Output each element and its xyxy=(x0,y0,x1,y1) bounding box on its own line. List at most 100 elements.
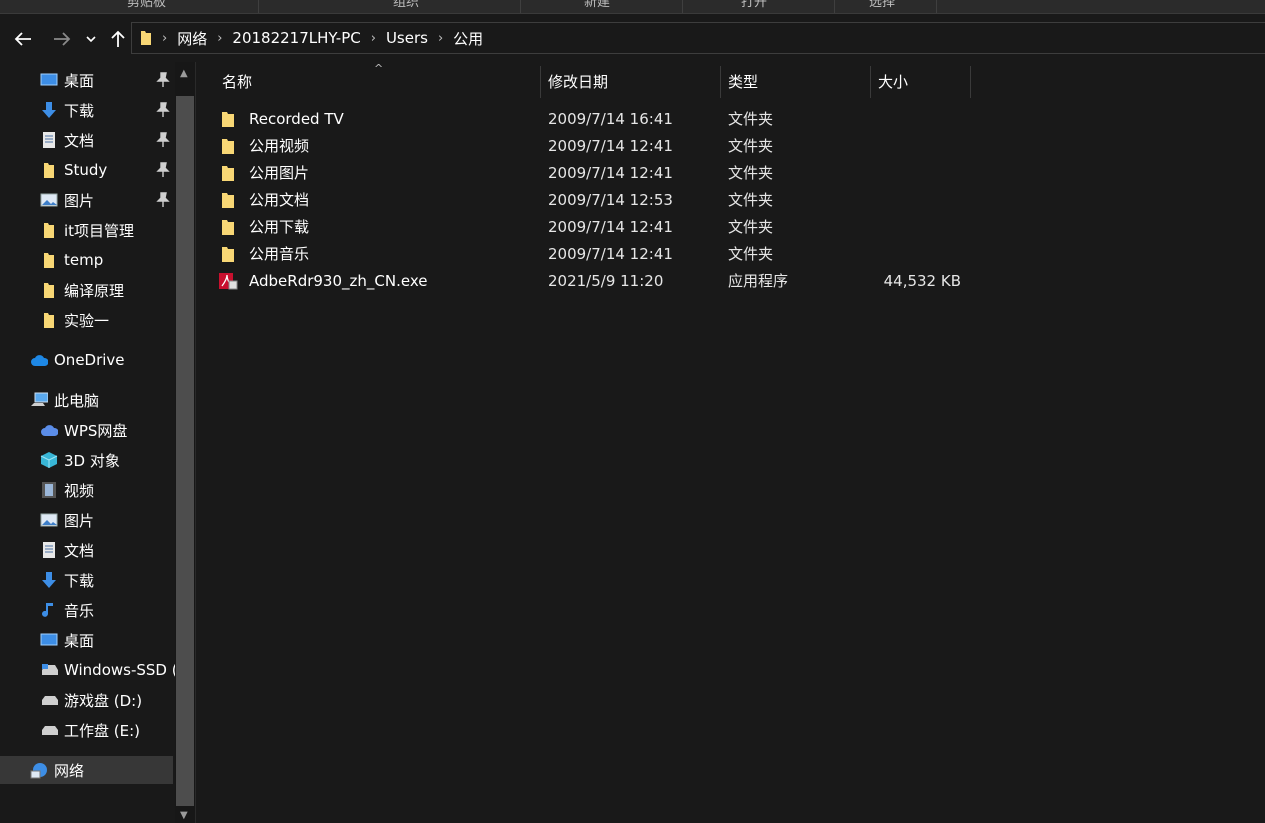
pin-icon[interactable] xyxy=(156,72,170,88)
navigation-bar: › 网络 › 20182217LHY-PC › Users › 公用 xyxy=(0,15,1265,62)
folder-icon xyxy=(40,221,58,239)
document-icon xyxy=(40,541,58,559)
drive-icon xyxy=(40,721,58,739)
column-header-size[interactable]: 大小 xyxy=(871,66,969,96)
file-row-public-documents[interactable]: 公用文档 2009/7/14 12:53 文件夹 xyxy=(218,186,978,213)
cloud-icon xyxy=(40,421,58,439)
drive-icon xyxy=(40,691,58,709)
sidebar-item-desktop-pc[interactable]: 桌面 xyxy=(0,626,175,654)
scrollbar-thumb[interactable] xyxy=(176,96,194,806)
sidebar-item-onedrive[interactable]: OneDrive xyxy=(0,346,175,374)
download-icon xyxy=(40,101,58,119)
column-header-name[interactable]: 名称 xyxy=(215,66,535,96)
column-header-type[interactable]: 类型 xyxy=(721,66,869,96)
sidebar-scrollbar[interactable]: ▲ ▼ xyxy=(175,62,195,823)
breadcrumb-pc[interactable]: 20182217LHY-PC xyxy=(228,29,364,47)
ribbon-label-open: 打开 xyxy=(741,0,768,10)
pin-icon[interactable] xyxy=(156,102,170,118)
chevron-right-icon[interactable]: › xyxy=(432,31,449,46)
pictures-icon xyxy=(40,191,58,209)
sidebar-item-pictures[interactable]: 图片 xyxy=(0,186,175,214)
music-icon xyxy=(40,601,58,619)
ribbon-label-select: 选择 xyxy=(869,0,896,10)
ribbon-label-organize: 组织 xyxy=(393,0,420,10)
download-icon xyxy=(40,571,58,589)
ribbon-label-clipboard: 剪贴板 xyxy=(127,0,167,10)
sidebar-item-documents[interactable]: 文档 xyxy=(0,126,175,154)
arrow-left-icon xyxy=(14,32,31,46)
sidebar-item-study[interactable]: Study xyxy=(0,156,175,184)
column-divider[interactable] xyxy=(970,66,971,98)
pin-icon[interactable] xyxy=(156,162,170,178)
folder-icon xyxy=(40,281,58,299)
sidebar-item-desktop[interactable]: 桌面 xyxy=(0,66,175,94)
sidebar-item-drive-d[interactable]: 游戏盘 (D:) xyxy=(0,686,175,714)
folder-icon xyxy=(218,164,238,182)
folder-icon xyxy=(218,218,238,236)
file-row-public-pictures[interactable]: 公用图片 2009/7/14 12:41 文件夹 xyxy=(218,159,978,186)
cloud-icon xyxy=(30,351,48,369)
folder-icon xyxy=(140,30,152,46)
folder-icon xyxy=(218,191,238,209)
sidebar-item-it-project[interactable]: it项目管理 xyxy=(0,216,175,244)
sidebar-item-drive-c[interactable]: Windows-SSD ( xyxy=(0,656,175,684)
file-row-recorded-tv[interactable]: Recorded TV 2009/7/14 16:41 文件夹 xyxy=(218,105,978,132)
chevron-right-icon[interactable]: › xyxy=(211,31,228,46)
acrobat-installer-icon xyxy=(218,272,238,290)
folder-icon xyxy=(40,161,58,179)
video-icon xyxy=(40,481,58,499)
chevron-down-icon xyxy=(86,36,96,43)
sidebar-item-drive-e[interactable]: 工作盘 (E:) xyxy=(0,716,175,744)
sidebar-item-temp[interactable]: temp xyxy=(0,246,175,274)
cube-icon xyxy=(40,451,58,469)
up-button[interactable] xyxy=(105,25,131,53)
network-icon xyxy=(30,761,48,779)
document-icon xyxy=(40,131,58,149)
breadcrumb-network[interactable]: 网络 xyxy=(173,28,211,49)
file-row-adobe-reader-installer[interactable]: AdbeRdr930_zh_CN.exe 2021/5/9 11:20 应用程序… xyxy=(218,267,978,294)
pictures-icon xyxy=(40,511,58,529)
file-row-public-music[interactable]: 公用音乐 2009/7/14 12:41 文件夹 xyxy=(218,240,978,267)
chevron-right-icon[interactable]: › xyxy=(365,31,382,46)
sidebar-item-wps-drive[interactable]: WPS网盘 xyxy=(0,416,175,444)
scroll-up-arrow-icon[interactable]: ▲ xyxy=(180,68,188,79)
ribbon-group-labels: 剪贴板 组织 新建 打开 选择 xyxy=(0,0,1265,14)
address-bar[interactable]: › 网络 › 20182217LHY-PC › Users › 公用 xyxy=(131,22,1265,54)
pin-icon[interactable] xyxy=(156,132,170,148)
sidebar-item-downloads-pc[interactable]: 下载 xyxy=(0,566,175,594)
folder-icon xyxy=(218,110,238,128)
scroll-down-arrow-icon[interactable]: ▼ xyxy=(180,810,188,821)
arrow-up-icon xyxy=(111,30,125,47)
folder-icon xyxy=(40,311,58,329)
sidebar-item-downloads[interactable]: 下载 xyxy=(0,96,175,124)
folder-icon xyxy=(218,137,238,155)
file-list: ^ 名称 修改日期 类型 大小 Recorded TV 2009/7/14 16… xyxy=(195,62,1265,823)
sidebar-item-pictures-pc[interactable]: 图片 xyxy=(0,506,175,534)
sidebar-item-this-pc[interactable]: 此电脑 xyxy=(0,386,175,414)
sidebar-item-lab1[interactable]: 实验一 xyxy=(0,306,175,334)
computer-icon xyxy=(30,391,48,409)
sidebar-item-network[interactable]: 网络 xyxy=(0,756,173,784)
chevron-right-icon[interactable]: › xyxy=(156,31,173,46)
forward-button[interactable] xyxy=(49,25,75,53)
file-row-public-videos[interactable]: 公用视频 2009/7/14 12:41 文件夹 xyxy=(218,132,978,159)
sidebar-item-3d-objects[interactable]: 3D 对象 xyxy=(0,446,175,474)
desktop-icon xyxy=(40,631,58,649)
sidebar-item-compiler[interactable]: 编译原理 xyxy=(0,276,175,304)
folder-icon xyxy=(218,245,238,263)
breadcrumb-users[interactable]: Users xyxy=(382,29,432,47)
breadcrumb-public[interactable]: 公用 xyxy=(449,28,487,49)
sidebar-item-documents-pc[interactable]: 文档 xyxy=(0,536,175,564)
folder-icon xyxy=(40,251,58,269)
recent-locations-button[interactable] xyxy=(80,25,102,53)
ribbon-label-new: 新建 xyxy=(584,0,611,10)
arrow-right-icon xyxy=(54,32,71,46)
navigation-pane: 桌面 下载 文档 Study 图片 it项目管理 temp 编译原理 实验一 O… xyxy=(0,62,175,823)
column-header-date[interactable]: 修改日期 xyxy=(541,66,719,96)
back-button[interactable] xyxy=(10,25,36,53)
desktop-icon xyxy=(40,71,58,89)
pin-icon[interactable] xyxy=(156,192,170,208)
sidebar-item-videos[interactable]: 视频 xyxy=(0,476,175,504)
file-row-public-downloads[interactable]: 公用下载 2009/7/14 12:41 文件夹 xyxy=(218,213,978,240)
sidebar-item-music[interactable]: 音乐 xyxy=(0,596,175,624)
